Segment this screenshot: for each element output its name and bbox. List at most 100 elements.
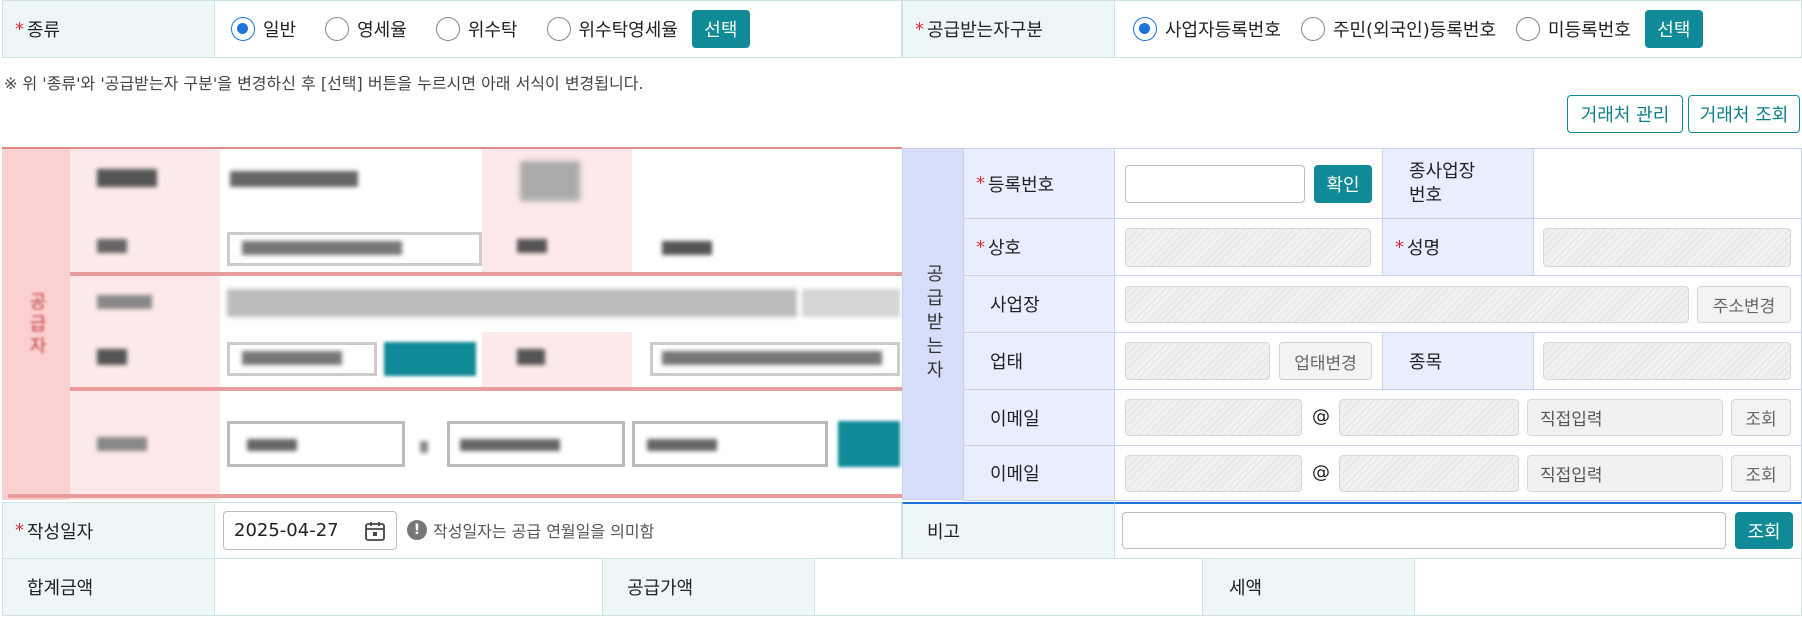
required-mark: * (15, 18, 24, 40)
supplier-section: 공급자 (2, 147, 902, 500)
date-input[interactable]: 2025-04-27 (223, 511, 397, 550)
reg-no-label: 등록번호 (988, 174, 1055, 196)
email1-domain-select[interactable]: 직접입력 (1527, 399, 1723, 436)
recv-type-label: 공급받는자구분 (927, 20, 1043, 41)
biz-type-input[interactable] (1125, 342, 1270, 380)
biz-type-label: 업태 (990, 352, 1024, 373)
supplier-reg-no-label (97, 169, 157, 187)
client-manage-button[interactable]: 거래처 관리 (1567, 95, 1683, 133)
supplier-name-value (662, 241, 712, 255)
note-input[interactable] (1122, 512, 1726, 549)
address-change-button[interactable]: 주소변경 (1697, 286, 1791, 323)
supplier-email-lookup-button[interactable] (838, 421, 900, 467)
receiver-side-label: 공급받는자 (923, 264, 944, 384)
radio-off-icon (325, 17, 350, 41)
type-label-cell: * 종류 (2, 0, 215, 58)
tax-label-cell: 세액 (1202, 558, 1415, 616)
type-label: 종류 (27, 20, 61, 41)
item-label: 종목 (1409, 352, 1443, 373)
date-label-cell: * 작성일자 (2, 502, 215, 559)
supplier-item-value (662, 351, 882, 365)
radio-off-icon (546, 17, 571, 41)
total-label: 합계금액 (27, 578, 94, 599)
note-label: 비고 (927, 522, 961, 543)
date-label: 작성일자 (27, 521, 94, 543)
note-label-cell: 비고 (902, 502, 1115, 559)
recv-type-options-cell: 사업자등록번호 주민(외국인)등록번호 미등록번호 선택 (1114, 0, 1802, 58)
supplier-address-value (227, 289, 797, 317)
radio-off-icon (1516, 17, 1541, 41)
date-value: 2025-04-27 (234, 520, 339, 541)
email1-at-sign: @ (1312, 406, 1330, 427)
email2-id-input[interactable] (1125, 455, 1302, 492)
supplier-email-domain (460, 439, 560, 451)
item-label-cell: 종목 (1382, 332, 1534, 390)
branch-no-label-cell: 종사업장 번호 (1382, 148, 1534, 219)
recv-radio-business-no[interactable]: 사업자등록번호 (1133, 16, 1281, 42)
form-change-notice: ※ 위 '종류'와 '공급받는자 구분'을 변경하신 후 [선택] 버튼을 누르… (4, 74, 644, 93)
recv-type-label-cell: * 공급받는자구분 (902, 0, 1115, 58)
biz-type-label-cell: 업태 (963, 332, 1115, 390)
type-select-button[interactable]: 선택 (691, 10, 750, 48)
email2-at-sign: @ (1312, 462, 1330, 483)
supplier-side-bar: 공급자 (2, 149, 70, 500)
reg-no-label-cell: * 등록번호 (963, 148, 1115, 219)
supplier-biz-type-button[interactable] (384, 342, 476, 376)
type-radio-general[interactable]: 일반 (231, 16, 296, 42)
date-hint: ! 작성일자는 공급 연월일을 의미함 (407, 518, 654, 542)
supplier-email-id (247, 439, 297, 451)
branch-no-cell (1533, 148, 1802, 219)
type-options-cell: 일반 영세율 위수탁 위수탁영세율 선택 (214, 0, 902, 58)
total-value-cell (214, 558, 603, 616)
email1-domain-input[interactable] (1339, 399, 1519, 436)
note-lookup-button[interactable]: 조회 (1735, 512, 1793, 549)
radio-on-icon (231, 17, 255, 41)
biz-type-change-button[interactable]: 업태변경 (1279, 342, 1372, 380)
total-label-cell: 합계금액 (2, 558, 215, 616)
supplier-side-label: 공급자 (26, 291, 47, 358)
recv-radio-resident-no[interactable]: 주민(외국인)등록번호 (1300, 16, 1496, 42)
company-input[interactable] (1125, 228, 1371, 267)
email2-domain-input[interactable] (1339, 455, 1519, 492)
client-search-button[interactable]: 거래처 조회 (1688, 95, 1800, 133)
email2-label-cell: 이메일 (963, 445, 1115, 501)
reg-no-confirm-button[interactable]: 확인 (1314, 165, 1372, 203)
workplace-label: 사업장 (990, 295, 1040, 316)
email2-domain-select[interactable]: 직접입력 (1527, 455, 1723, 492)
calendar-icon[interactable] (364, 520, 386, 542)
tax-label: 세액 (1229, 578, 1263, 599)
type-radio-consignment-zero-rate[interactable]: 위수탁영세율 (546, 16, 678, 42)
type-radio-consignment[interactable]: 위수탁 (435, 16, 518, 42)
supplier-company-value (242, 241, 402, 255)
company-label-cell: * 상호 (963, 218, 1115, 276)
recv-select-button[interactable]: 선택 (1644, 10, 1703, 48)
name-label-cell: * 성명 (1382, 218, 1534, 276)
email1-label-cell: 이메일 (963, 389, 1115, 446)
name-label: 성명 (1407, 238, 1441, 259)
reg-no-input[interactable] (1125, 165, 1305, 203)
radio-on-icon (1133, 17, 1157, 41)
receiver-side-bar: 공급받는자 (902, 148, 964, 500)
email2-lookup-button[interactable]: 조회 (1731, 455, 1791, 492)
name-input[interactable] (1543, 228, 1791, 267)
company-label: 상호 (988, 238, 1022, 259)
supplier-biz-type-value (242, 351, 342, 365)
radio-off-icon (1300, 17, 1325, 41)
email1-id-input[interactable] (1125, 399, 1302, 436)
supply-label: 공급가액 (627, 578, 694, 599)
info-icon: ! (407, 520, 427, 540)
branch-no-label: 종사업장 번호 (1409, 161, 1476, 206)
email2-label: 이메일 (990, 464, 1040, 485)
supply-value-cell (814, 558, 1203, 616)
supplier-reg-no-value (230, 171, 358, 187)
workplace-label-cell: 사업장 (963, 275, 1115, 333)
workplace-address-input[interactable] (1125, 286, 1689, 323)
item-input[interactable] (1543, 342, 1791, 380)
email1-lookup-button[interactable]: 조회 (1731, 399, 1791, 436)
radio-off-icon (435, 17, 460, 41)
type-radio-zero-rate[interactable]: 영세율 (325, 16, 407, 42)
email1-label: 이메일 (990, 408, 1040, 430)
required-mark: * (915, 18, 924, 40)
recv-radio-unregistered[interactable]: 미등록번호 (1516, 16, 1631, 42)
supply-label-cell: 공급가액 (602, 558, 815, 616)
